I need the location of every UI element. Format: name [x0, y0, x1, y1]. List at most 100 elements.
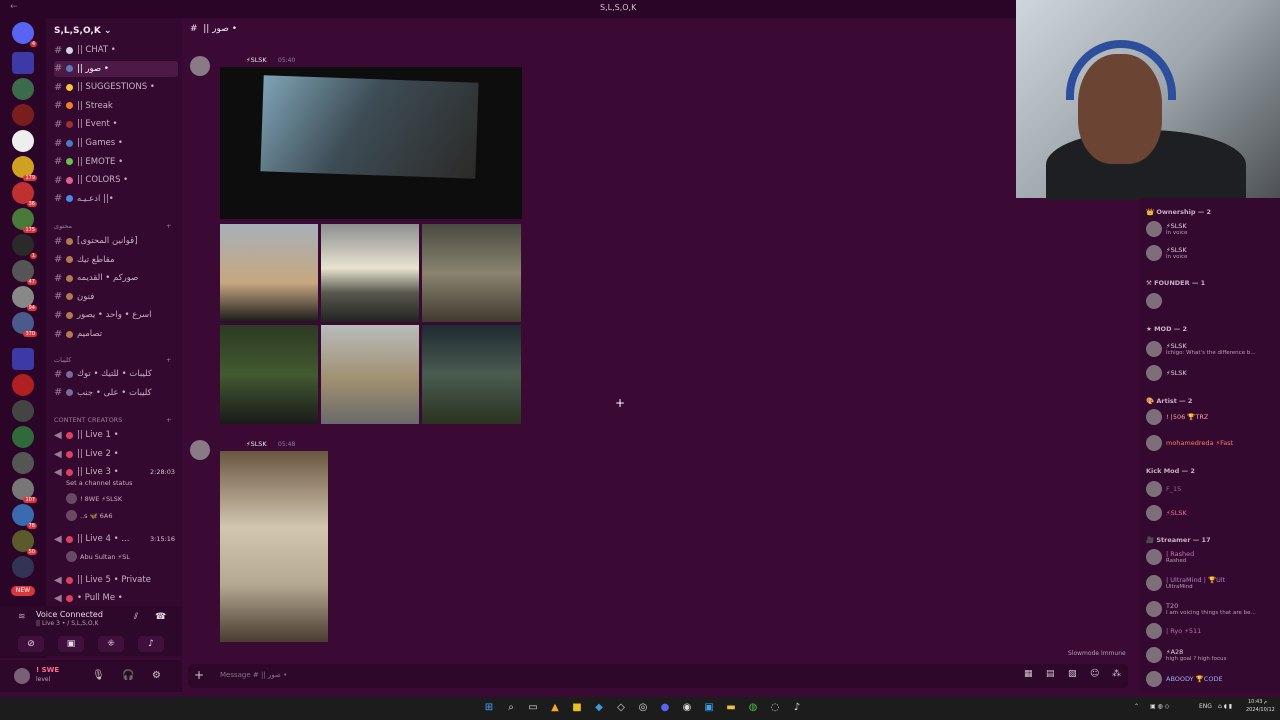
- language-indicator[interactable]: ENG: [1199, 703, 1212, 710]
- server-icon[interactable]: [12, 104, 34, 126]
- server-icon[interactable]: [12, 426, 34, 448]
- member-item[interactable]: [1146, 292, 1278, 310]
- headphones-icon[interactable]: 🎧: [122, 670, 134, 681]
- channel-item[interactable]: # مقاطع تيك: [54, 252, 178, 268]
- attachment-image[interactable]: [220, 224, 318, 322]
- message-input[interactable]: Message # || صور •: [220, 671, 287, 679]
- tray-chevron-icon[interactable]: ⌃: [1134, 703, 1139, 710]
- channel-item[interactable]: # [قوانين المحتوى]: [54, 233, 178, 249]
- browser-icon[interactable]: ◍: [746, 701, 760, 715]
- member-item[interactable]: mohamedreda ⚡Fast: [1146, 434, 1278, 452]
- channel-item[interactable]: # || CHAT •: [54, 42, 178, 58]
- message-author[interactable]: ⚡SLSK: [246, 56, 267, 64]
- message-composer[interactable]: + Message # || صور • ▦ ▤ ▧ ☺ ⁂: [188, 664, 1128, 688]
- member-item[interactable]: ⚡SLSK Ichigo: What's the difference b...: [1146, 340, 1278, 358]
- voice-channel-item[interactable]: ◀ || Live 1 •: [54, 427, 178, 443]
- server-icon[interactable]: [12, 130, 34, 152]
- activities-button[interactable]: ⁜: [98, 636, 124, 652]
- voice-user[interactable]: Abu Sultan ⚡SL: [66, 551, 130, 562]
- message-avatar[interactable]: [190, 440, 210, 460]
- windows-start-icon[interactable]: ⊞: [482, 701, 496, 715]
- server-icon[interactable]: [12, 556, 34, 578]
- server-icon[interactable]: 47: [12, 260, 37, 285]
- server-icon[interactable]: [12, 452, 34, 474]
- search-icon[interactable]: ⌕: [504, 701, 518, 715]
- attachment-image[interactable]: [321, 325, 419, 424]
- folder-icon[interactable]: [12, 348, 34, 370]
- channel-item[interactable]: # كليبات • للتيك • توك: [54, 366, 178, 382]
- message-avatar[interactable]: [190, 56, 210, 76]
- sticker-icon[interactable]: ▧: [1068, 669, 1077, 679]
- add-channel-icon[interactable]: +: [166, 356, 171, 364]
- server-icon[interactable]: 94: [12, 286, 37, 311]
- voice-user[interactable]: ! 8WE ⚡SLSK: [66, 493, 122, 504]
- app-icon[interactable]: ◎: [636, 701, 650, 715]
- member-item[interactable]: T20 I am voicing things that are be...: [1146, 600, 1278, 618]
- app-icon[interactable]: ◇: [614, 701, 628, 715]
- member-item[interactable]: | Rashed Rashed: [1146, 548, 1278, 566]
- member-item[interactable]: | UltraMind | 🏆Ult UltraMind: [1146, 574, 1278, 592]
- voice-channel-item[interactable]: ◀ || Live 5 • Private: [54, 572, 178, 588]
- member-item[interactable]: ! |506 🏆TRZ: [1146, 408, 1278, 426]
- member-item[interactable]: ⚡SLSK In voice: [1146, 244, 1278, 262]
- add-channel-icon[interactable]: +: [166, 222, 171, 230]
- member-item[interactable]: ABOODY 🏆CODE: [1146, 670, 1278, 688]
- camera-off-button[interactable]: ⊘: [18, 636, 44, 652]
- server-icon[interactable]: 50: [12, 530, 37, 555]
- folder-icon[interactable]: ▬: [724, 701, 738, 715]
- voice-channel-item[interactable]: ◀ • Pull Me •: [54, 590, 178, 606]
- server-icon[interactable]: [12, 374, 34, 396]
- message-author[interactable]: ⚡SLSK: [246, 440, 267, 448]
- voice-channel[interactable]: || Live 3 • / S,L,S,O,K: [36, 620, 98, 627]
- attachment-image[interactable]: [422, 224, 521, 322]
- server-icon[interactable]: 78: [12, 504, 37, 529]
- channel-item[interactable]: # || COLORS •: [54, 172, 178, 188]
- home-discord-icon[interactable]: 4: [12, 22, 37, 47]
- folder-icon[interactable]: [12, 52, 34, 74]
- channel-item[interactable]: # || EMOTE •: [54, 154, 178, 170]
- channel-item[interactable]: # || صور •: [54, 60, 178, 77]
- task-view-icon[interactable]: ▭: [526, 701, 540, 715]
- voice-channel-item[interactable]: ◀ || Live 4 • ... 3:15:16: [54, 531, 178, 547]
- microphone-icon[interactable]: 🎙: [92, 670, 105, 681]
- attachment-image[interactable]: [321, 224, 419, 322]
- channel-item[interactable]: # || Games •: [54, 135, 178, 151]
- clock-date[interactable]: 2024/10/12: [1246, 707, 1275, 713]
- server-icon[interactable]: 36: [12, 182, 37, 207]
- screen-share-button[interactable]: ▣: [58, 636, 84, 652]
- category-header[interactable]: كليبات +: [54, 356, 171, 364]
- app-icon[interactable]: ▲: [548, 701, 562, 715]
- gif-icon[interactable]: ▤: [1046, 669, 1055, 679]
- server-icon[interactable]: 175: [12, 208, 37, 233]
- apps-icon[interactable]: ⁂: [1112, 669, 1121, 679]
- channel-item[interactable]: # || Streak: [54, 98, 178, 114]
- vscode-icon[interactable]: ◆: [592, 701, 606, 715]
- tray-icons[interactable]: ▣ ◍ ◇: [1150, 703, 1169, 710]
- member-item[interactable]: ⚡SLSK In voice: [1146, 220, 1278, 238]
- add-channel-icon[interactable]: +: [166, 416, 171, 424]
- member-item[interactable]: | Ryo ⚡511: [1146, 622, 1278, 640]
- channel-item[interactable]: # || Event •: [54, 116, 178, 132]
- channel-item[interactable]: # اسرع • واحد • يصور: [54, 307, 178, 323]
- obs-icon[interactable]: ◌: [768, 701, 782, 715]
- soundboard-button[interactable]: ♪: [138, 636, 164, 652]
- attachment-image[interactable]: [220, 451, 328, 642]
- gift-icon[interactable]: ▦: [1024, 669, 1033, 679]
- user-avatar[interactable]: [14, 668, 30, 684]
- channel-item[interactable]: # كليبات • على • جنب: [54, 385, 178, 401]
- server-icon[interactable]: 1: [12, 234, 37, 259]
- channel-item[interactable]: # صوركم • القديمه: [54, 270, 178, 286]
- channel-item[interactable]: # فنون: [54, 289, 178, 305]
- category-header[interactable]: محتوى +: [54, 222, 171, 230]
- server-name[interactable]: S,L,S,O,K ⌄: [54, 26, 112, 36]
- discord-icon[interactable]: ●: [658, 701, 672, 715]
- server-icon[interactable]: [12, 78, 34, 100]
- voice-channel-item[interactable]: ◀ || Live 2 •: [54, 446, 178, 462]
- channel-item[interactable]: # || SUGGESTIONS •: [54, 79, 178, 95]
- disconnect-icon[interactable]: ☎: [155, 612, 166, 622]
- member-item[interactable]: ⚡SLSK: [1146, 364, 1278, 382]
- channel-status[interactable]: Set a channel status: [66, 479, 133, 487]
- attachment-image[interactable]: [220, 325, 318, 424]
- emoji-icon[interactable]: ☺: [1090, 669, 1099, 679]
- attachment-image[interactable]: [422, 325, 521, 424]
